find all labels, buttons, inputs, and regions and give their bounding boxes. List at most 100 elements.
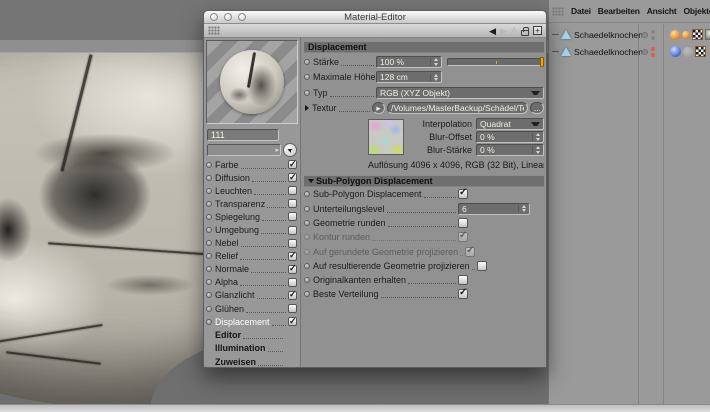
animation-dot-icon[interactable] bbox=[206, 253, 212, 259]
menu-item[interactable]: Bearbeiten bbox=[598, 6, 640, 16]
channel-label[interactable]: Diffusion bbox=[215, 173, 250, 183]
material-name-input[interactable] bbox=[207, 129, 279, 141]
animation-dot-icon[interactable] bbox=[304, 234, 310, 240]
back-icon[interactable]: ◀ bbox=[489, 26, 496, 36]
channel-label[interactable]: Leuchten bbox=[215, 186, 252, 196]
texture-skull-tag-icon[interactable] bbox=[705, 29, 710, 40]
setting-checkbox[interactable] bbox=[458, 189, 468, 199]
typ-dropdown[interactable]: RGB (XYZ Objekt) bbox=[376, 87, 544, 99]
slider-handle[interactable] bbox=[540, 57, 544, 67]
channel-row[interactable]: Umgebung bbox=[204, 223, 300, 236]
palette-grip-icon[interactable] bbox=[208, 26, 220, 35]
channel-label[interactable]: Spiegelung bbox=[215, 212, 260, 222]
subpolygon-header[interactable]: Sub-Polygon Displacement bbox=[304, 175, 544, 187]
material-sphere-blue-icon[interactable] bbox=[670, 46, 681, 57]
channel-checkbox[interactable] bbox=[288, 291, 297, 300]
texture-checker-tag-icon[interactable] bbox=[695, 46, 706, 57]
texture-path-button[interactable]: /Volumes/MasterBackup/Schädel/Tes bbox=[387, 102, 528, 114]
channel-label[interactable]: Umgebung bbox=[215, 225, 259, 235]
interpolation-dropdown[interactable]: Quadrat bbox=[476, 118, 544, 130]
stepper-icon[interactable] bbox=[518, 205, 526, 213]
channel-row[interactable]: Normale bbox=[204, 263, 300, 276]
object-name[interactable]: Schaedelknochen bbox=[574, 47, 642, 57]
setting-number-field[interactable]: 6 bbox=[458, 203, 530, 215]
channel-checkbox[interactable] bbox=[288, 265, 297, 274]
menu-item[interactable]: Objekte bbox=[684, 6, 710, 16]
channel-checkbox[interactable] bbox=[288, 173, 297, 182]
object-row[interactable]: Schaedelknochen bbox=[549, 43, 710, 60]
animation-dot-icon[interactable] bbox=[206, 279, 212, 285]
blur-staerke-field[interactable]: 0 % bbox=[476, 144, 544, 156]
channel-row[interactable]: Leuchten bbox=[204, 184, 300, 197]
channel-label[interactable]: Nebel bbox=[215, 238, 239, 248]
lock-icon[interactable] bbox=[521, 30, 529, 36]
animation-dot-icon[interactable] bbox=[206, 266, 212, 272]
channel-row[interactable]: Farbe bbox=[204, 158, 300, 171]
channel-label[interactable]: Zuweisen bbox=[215, 357, 256, 367]
channel-row[interactable]: Relief bbox=[204, 250, 300, 263]
channel-checkbox[interactable] bbox=[288, 252, 297, 261]
channel-checkbox[interactable] bbox=[288, 304, 297, 313]
animation-dot-icon[interactable] bbox=[206, 201, 212, 207]
texture-thumbnail[interactable] bbox=[368, 119, 404, 155]
staerke-slider[interactable] bbox=[447, 58, 544, 66]
channel-label[interactable]: Relief bbox=[215, 251, 238, 261]
shader-dropdown[interactable]: ▸ bbox=[207, 144, 281, 156]
texture-browse-button[interactable]: ... bbox=[530, 102, 544, 114]
max-hoehe-field[interactable]: 128 cm bbox=[376, 71, 442, 83]
channel-label[interactable]: Glanzlicht bbox=[215, 290, 255, 300]
setting-checkbox[interactable] bbox=[477, 261, 487, 271]
animation-dot-icon[interactable] bbox=[206, 214, 212, 220]
channel-checkbox[interactable] bbox=[288, 239, 297, 248]
object-row[interactable]: Schaedelknochen bbox=[549, 26, 710, 43]
layer-dot[interactable] bbox=[642, 32, 648, 38]
stepper-icon[interactable] bbox=[430, 58, 438, 66]
animation-dot-icon[interactable] bbox=[206, 306, 212, 312]
stepper-icon[interactable] bbox=[532, 133, 540, 141]
channel-checkbox[interactable] bbox=[288, 186, 297, 195]
channel-row[interactable]: Spiegelung bbox=[204, 210, 300, 223]
channel-label[interactable]: Normale bbox=[215, 264, 249, 274]
channel-row[interactable]: Transparenz bbox=[204, 197, 300, 210]
channel-row[interactable]: Nebel bbox=[204, 237, 300, 250]
new-window-icon[interactable]: + bbox=[533, 26, 542, 35]
material-preview[interactable] bbox=[206, 40, 298, 124]
visibility-dots[interactable] bbox=[651, 47, 655, 57]
animation-dot-icon[interactable] bbox=[304, 249, 310, 255]
animation-dot-icon[interactable] bbox=[304, 90, 310, 96]
channel-label[interactable]: Illumination bbox=[215, 343, 266, 353]
channel-label[interactable]: Alpha bbox=[215, 277, 238, 287]
channel-label[interactable]: Editor bbox=[215, 330, 241, 340]
material-sphere-orange-icon[interactable] bbox=[682, 31, 690, 39]
channel-label[interactable]: Displacement bbox=[215, 317, 270, 327]
channel-checkbox[interactable] bbox=[288, 199, 297, 208]
menu-item[interactable]: Datei bbox=[571, 6, 591, 16]
window-titlebar[interactable]: Material-Editor bbox=[204, 11, 546, 24]
channel-row[interactable]: Editor bbox=[204, 328, 300, 342]
layer-dot[interactable] bbox=[642, 49, 648, 55]
animation-dot-icon[interactable] bbox=[304, 277, 310, 283]
animation-dot-icon[interactable] bbox=[206, 292, 212, 298]
setting-checkbox[interactable] bbox=[458, 218, 468, 228]
texture-checker-tag-icon[interactable] bbox=[692, 29, 703, 40]
blur-offset-field[interactable]: 0 % bbox=[476, 131, 544, 143]
channel-label[interactable]: Glühen bbox=[215, 304, 244, 314]
staerke-field[interactable]: 100 % bbox=[376, 56, 442, 68]
animation-dot-icon[interactable] bbox=[304, 206, 310, 212]
texture-shader-button[interactable]: ▸ bbox=[372, 102, 385, 114]
animation-dot-icon[interactable] bbox=[304, 263, 310, 269]
setting-checkbox[interactable] bbox=[458, 289, 468, 299]
animation-dot-icon[interactable] bbox=[206, 319, 212, 325]
channel-row[interactable]: Zuweisen bbox=[204, 355, 300, 369]
animation-dot-icon[interactable] bbox=[206, 188, 212, 194]
visibility-dots[interactable] bbox=[651, 30, 655, 40]
channel-checkbox[interactable] bbox=[288, 212, 297, 221]
channel-row[interactable]: Glanzlicht bbox=[204, 289, 300, 302]
channel-row[interactable]: Displacement bbox=[204, 315, 300, 328]
animation-dot-icon[interactable] bbox=[206, 240, 212, 246]
setting-checkbox[interactable] bbox=[458, 275, 468, 285]
channel-checkbox[interactable] bbox=[288, 278, 297, 287]
menu-item[interactable]: Ansicht bbox=[647, 6, 677, 16]
animation-dot-icon[interactable] bbox=[206, 227, 212, 233]
channel-label[interactable]: Farbe bbox=[215, 160, 239, 170]
